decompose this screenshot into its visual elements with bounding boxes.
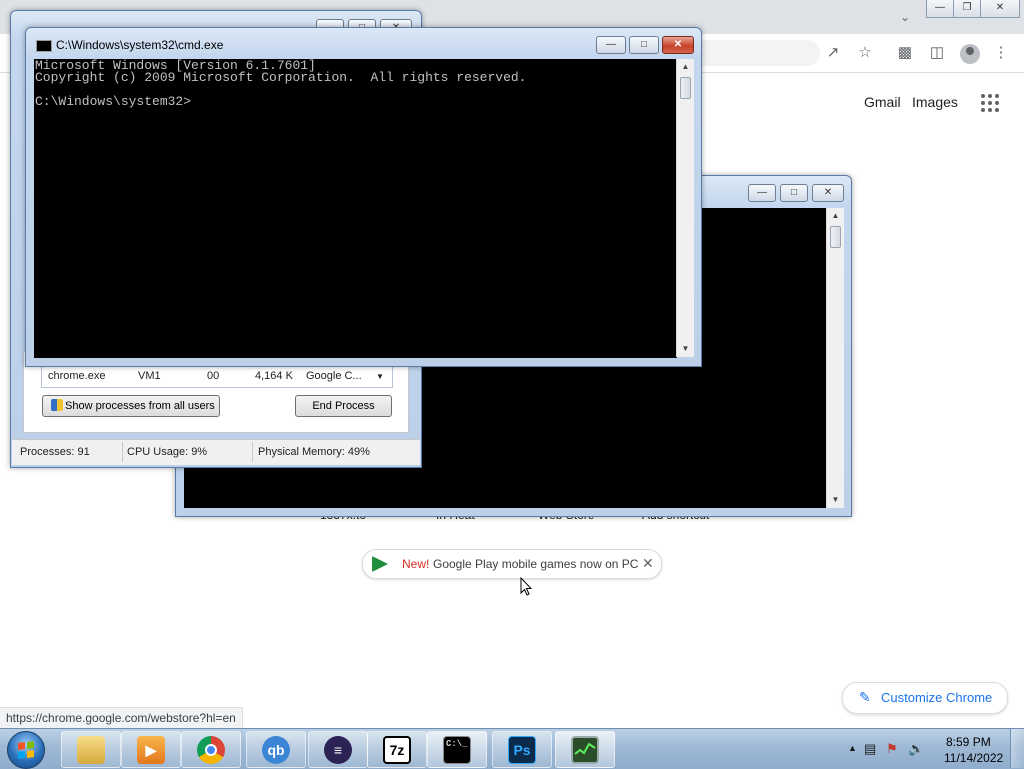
side-panel-icon[interactable]: ◫ [928, 44, 946, 62]
profile-avatar-icon[interactable] [960, 44, 980, 64]
clock-time[interactable]: 8:59 PM [946, 735, 991, 749]
action-center-flag-icon[interactable]: ⚑ [886, 741, 898, 757]
taskbar-task-manager-button[interactable] [555, 731, 615, 768]
taskbar-photoshop-button[interactable]: Ps [492, 731, 552, 768]
address-bar[interactable] [700, 40, 820, 66]
customize-chrome-label: Customize Chrome [881, 690, 993, 705]
customize-chrome-button[interactable]: ✎ Customize Chrome [842, 682, 1008, 714]
promo-new-label: New! [402, 557, 430, 571]
scroll-up-arrow-icon[interactable]: ▲ [827, 208, 844, 224]
volume-speaker-icon[interactable]: 🔈 [908, 741, 924, 757]
qbittorrent-icon: qb [262, 736, 290, 764]
clock-date[interactable]: 11/14/2022 [944, 751, 1003, 765]
close-button[interactable]: ✕ [662, 36, 694, 54]
windows-taskbar: ▶ qb ≡ 7z C:\_ Ps ▲ ▤ ⚑ 🔈 8:59 PM 11/14/… [0, 728, 1024, 769]
taskbar-chrome-button[interactable] [181, 731, 241, 768]
cmd-scrollbar[interactable]: ▲ ▼ [676, 59, 694, 357]
folder-icon [77, 736, 105, 764]
process-memory: 4,164 K [255, 370, 293, 382]
media-player-play-icon: ▶ [137, 736, 165, 764]
taskbar-qbittorrent-button[interactable]: qb [246, 731, 306, 768]
taskbar-cmd-button[interactable]: C:\_ [427, 731, 487, 768]
mouse-cursor-icon [520, 577, 533, 596]
console-line: Copyright (c) 2009 Microsoft Corporation… [35, 70, 527, 85]
google-apps-grid-icon[interactable] [981, 94, 999, 112]
minimize-button[interactable]: — [596, 36, 626, 54]
network-icon[interactable]: ▤ [864, 741, 876, 757]
chrome-menu-kebab-icon[interactable]: ⋮ [992, 44, 1010, 62]
link-hover-status-url: https://chrome.google.com/webstore?hl=en [0, 707, 243, 728]
promo-close-icon[interactable]: ✕ [642, 555, 654, 572]
process-description: Google C... [306, 370, 362, 382]
console-prompt[interactable]: C:\Windows\system32> [35, 95, 677, 108]
show-desktop-button[interactable] [1010, 729, 1024, 768]
status-processes: Processes: 91 [20, 446, 90, 458]
cmd-window-icon [36, 40, 52, 52]
console-scrollbar[interactable]: ▲ ▼ [826, 208, 844, 508]
show-all-processes-label: Show processes from all users [65, 400, 215, 412]
close-button[interactable]: ✕ [812, 184, 844, 202]
tab-search-chevron-icon[interactable]: ⌄ [896, 8, 914, 26]
show-hidden-icons-arrow-icon[interactable]: ▲ [848, 743, 857, 753]
taskbar-media-player-button[interactable]: ▶ [121, 731, 181, 768]
status-cpu-usage: CPU Usage: 9% [127, 446, 208, 458]
end-process-button[interactable]: End Process [295, 395, 392, 417]
process-row[interactable]: chrome.exe VM1 00 4,164 K Google C... ▼ [41, 366, 393, 388]
cmd-window-title: C:\Windows\system32\cmd.exe [56, 38, 224, 52]
scroll-thumb[interactable] [830, 226, 841, 248]
chrome-minimize-button[interactable]: — [926, 0, 954, 18]
maximize-button[interactable]: □ [629, 36, 659, 54]
share-icon[interactable]: ↗ [824, 44, 842, 62]
chrome-logo-icon [197, 736, 225, 764]
taskbar-eclipse-button[interactable]: ≡ [308, 731, 368, 768]
eclipse-icon: ≡ [324, 736, 352, 764]
process-user: VM1 [138, 370, 161, 382]
gmail-link[interactable]: Gmail [864, 94, 901, 110]
maximize-button[interactable]: □ [780, 184, 808, 202]
taskbar-explorer-button[interactable] [61, 731, 121, 768]
extensions-puzzle-icon[interactable]: ▩ [896, 44, 914, 62]
images-link[interactable]: Images [912, 94, 958, 110]
scroll-down-arrow-icon[interactable]: ▼ [677, 341, 694, 357]
google-play-games-icon [372, 556, 388, 572]
status-physical-memory: Physical Memory: 49% [258, 446, 370, 458]
process-cpu: 00 [207, 370, 220, 382]
scroll-up-arrow-icon[interactable]: ▲ [677, 59, 694, 75]
chrome-restore-button[interactable]: ❐ [953, 0, 981, 18]
start-button-windows-icon[interactable] [7, 731, 45, 769]
taskbar-7zip-button[interactable]: 7z [367, 731, 427, 768]
list-scroll-down-icon[interactable]: ▼ [376, 372, 384, 381]
scroll-down-arrow-icon[interactable]: ▼ [827, 492, 844, 508]
task-manager-status-bar: Processes: 91 CPU Usage: 9% Physical Mem… [12, 439, 420, 465]
cmd-window[interactable]: C:\Windows\system32\cmd.exe — □ ✕ Micros… [25, 27, 702, 367]
show-all-processes-button[interactable]: Show processes from all users [42, 395, 220, 417]
scroll-thumb[interactable] [680, 77, 691, 99]
uac-shield-icon [51, 399, 63, 411]
process-image-name: chrome.exe [48, 370, 106, 382]
seven-zip-icon: 7z [383, 736, 411, 764]
pencil-icon: ✎ [859, 689, 871, 705]
command-prompt-icon: C:\_ [443, 736, 471, 764]
photoshop-icon: Ps [508, 736, 536, 764]
google-play-promo-chip[interactable]: New! Google Play mobile games now on PC … [362, 549, 662, 579]
chrome-close-button[interactable]: ✕ [980, 0, 1020, 18]
task-manager-monitor-icon [571, 736, 599, 764]
cmd-console-output[interactable]: Microsoft Windows [Version 6.1.7601] Copy… [34, 59, 677, 358]
bookmark-star-icon[interactable]: ☆ [856, 44, 874, 62]
promo-text[interactable]: Google Play mobile games now on PC [433, 557, 638, 571]
minimize-button[interactable]: — [748, 184, 776, 202]
